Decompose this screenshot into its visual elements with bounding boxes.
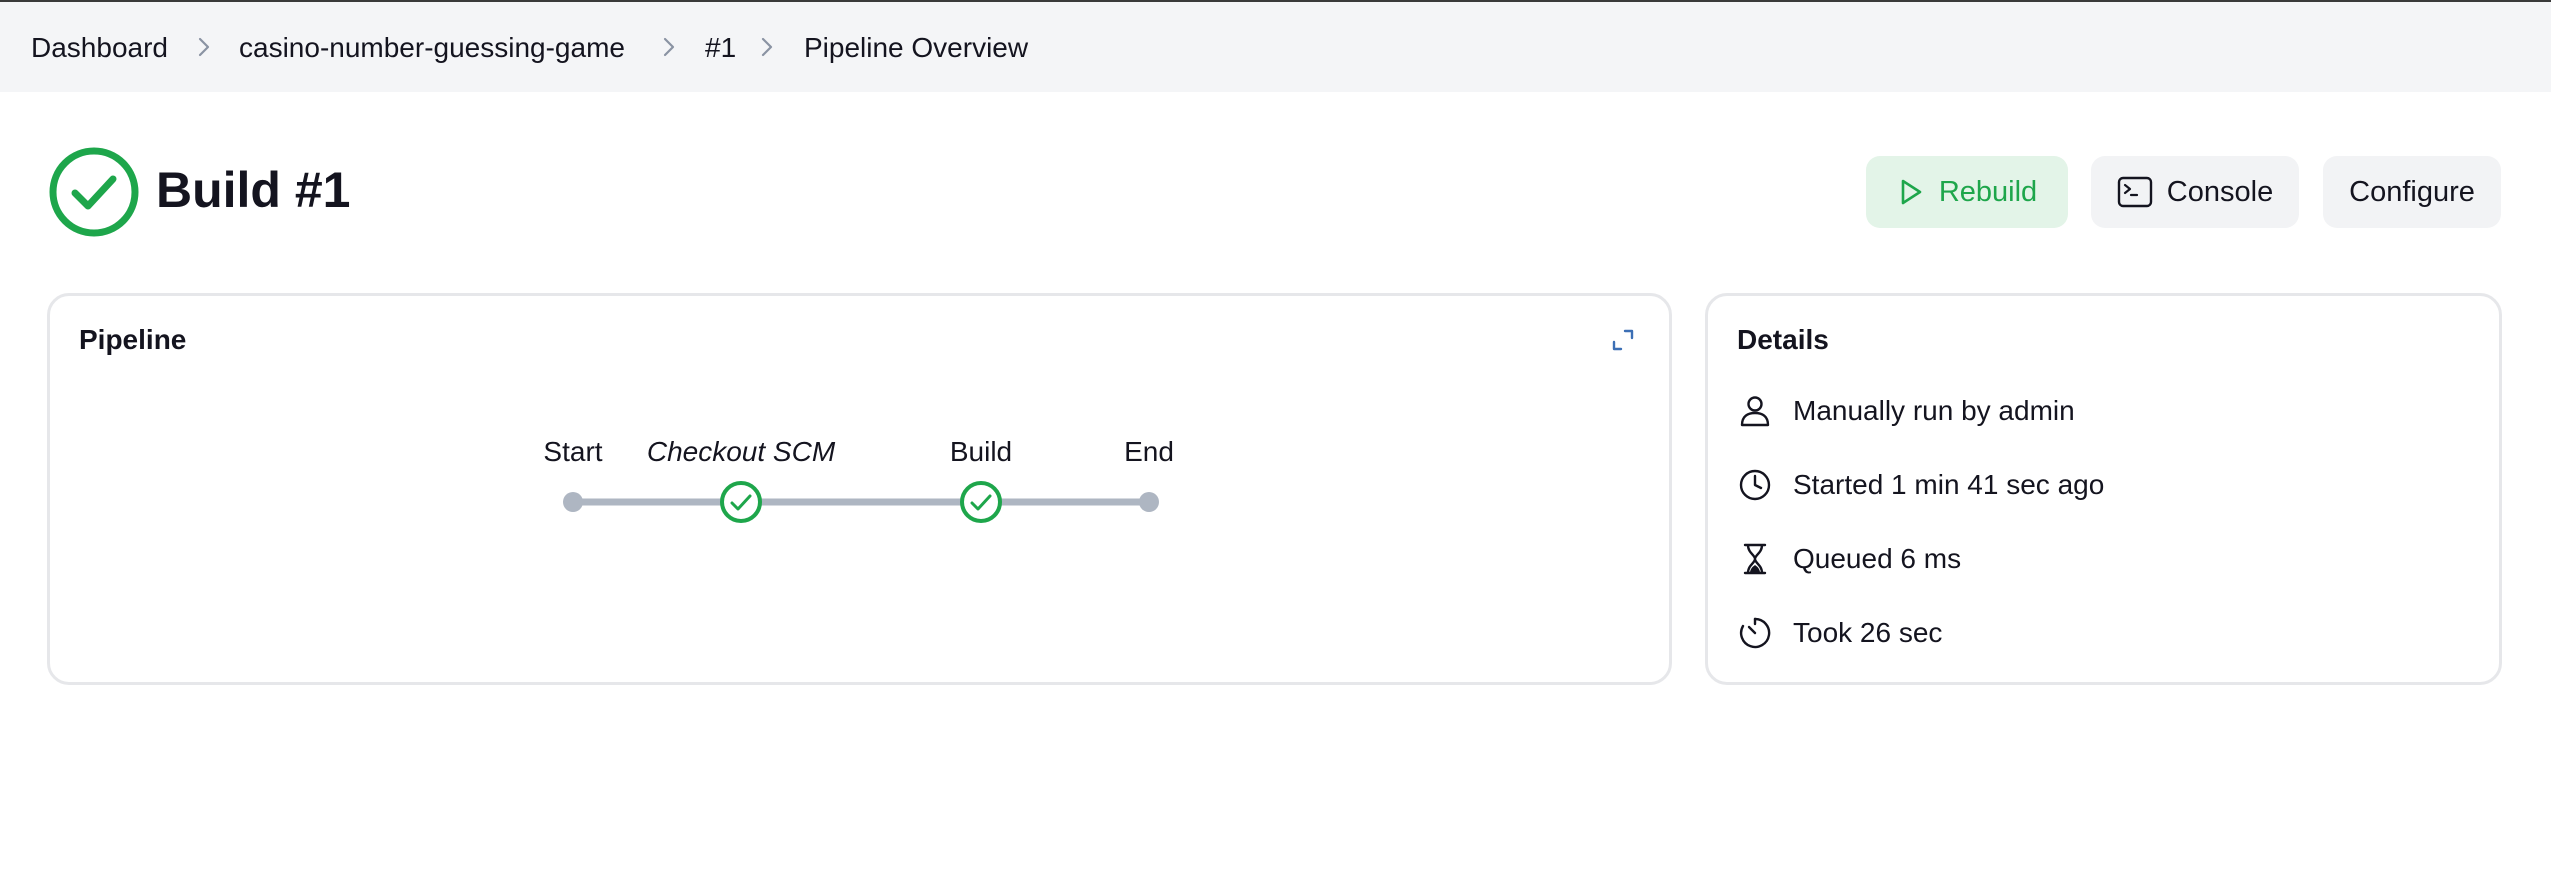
breadcrumb-job[interactable]: casino-number-guessing-game: [239, 2, 625, 92]
detail-row-queued: Queued 6 ms: [1737, 539, 1961, 579]
details-card-title: Details: [1737, 324, 1829, 355]
detail-run-by: Manually run by admin: [1793, 395, 2075, 426]
terminal-icon: [2117, 176, 2152, 208]
configure-button[interactable]: Configure: [2323, 156, 2501, 228]
stage-node-build[interactable]: [960, 481, 1002, 523]
timer-icon: [1739, 617, 1771, 649]
end-node: [1139, 492, 1159, 512]
stage-node-checkout-scm[interactable]: [720, 481, 762, 523]
detail-row-took: Took 26 sec: [1737, 613, 1942, 653]
clock-icon: [1739, 469, 1771, 501]
rebuild-button[interactable]: Rebuild: [1866, 156, 2068, 228]
user-icon: [1740, 396, 1770, 427]
detail-queued: Queued 6 ms: [1793, 543, 1962, 574]
configure-label: Configure: [2349, 175, 2475, 208]
detail-row-started: Started 1 min 41 sec ago: [1737, 465, 2104, 505]
chevron-right-icon: [663, 37, 675, 57]
check-circle-icon: [49, 147, 139, 237]
pipeline-card: Pipeline Start Checkout SCM Build End: [47, 293, 1672, 685]
chevron-right-icon: [761, 37, 773, 57]
breadcrumb-dashboard[interactable]: Dashboard: [31, 2, 168, 92]
console-label: Console: [2166, 175, 2274, 208]
detail-row-run-by: Manually run by admin: [1737, 391, 2075, 431]
details-card: Details Manually run by admin Started 1 …: [1705, 293, 2502, 685]
breadcrumb: Dashboard casino-number-guessing-game #1…: [0, 2, 2551, 92]
start-node: [563, 492, 583, 512]
play-icon: [1901, 179, 1922, 205]
pipeline-graph: [563, 481, 1159, 523]
detail-took: Took 26 sec: [1793, 617, 1943, 648]
console-button[interactable]: Console: [2091, 156, 2299, 228]
breadcrumb-build[interactable]: #1: [705, 2, 736, 92]
detail-started: Started 1 min 41 sec ago: [1793, 469, 2105, 500]
chevron-right-icon: [198, 37, 210, 57]
rebuild-label: Rebuild: [1938, 175, 2038, 208]
breadcrumb-current: Pipeline Overview: [804, 32, 1029, 63]
hourglass-icon: [1743, 543, 1767, 575]
page-title: Build #1: [156, 162, 351, 218]
